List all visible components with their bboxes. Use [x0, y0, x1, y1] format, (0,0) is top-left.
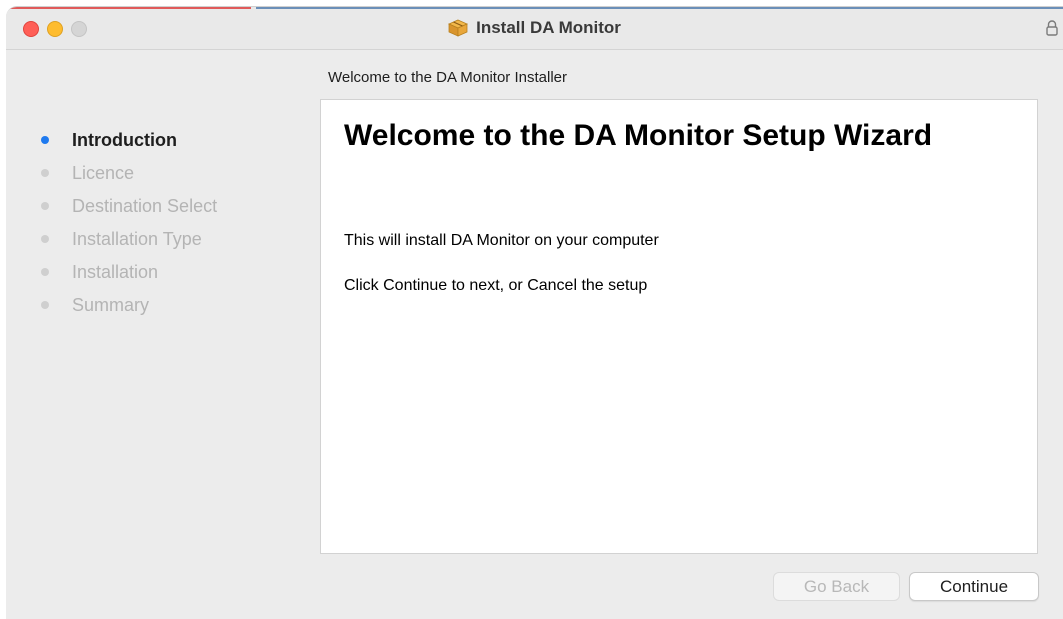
- continue-button[interactable]: Continue: [909, 572, 1039, 601]
- title-bar[interactable]: Install DA Monitor: [6, 7, 1063, 50]
- step-introduction: Introduction: [36, 129, 217, 162]
- step-dot-icon: [41, 301, 49, 309]
- step-list: Introduction Licence Destination Select …: [36, 129, 217, 327]
- step-label: Installation Type: [72, 229, 202, 249]
- window-title: Install DA Monitor: [476, 18, 621, 37]
- step-label: Installation: [72, 262, 159, 282]
- step-dot-icon: [41, 202, 49, 210]
- installer-subtitle: Welcome to the DA Monitor Installer: [328, 69, 567, 86]
- content-heading: Welcome to the DA Monitor Setup Wizard: [344, 119, 933, 152]
- window-title-group: Install DA Monitor: [6, 7, 1063, 49]
- package-icon: [448, 19, 469, 37]
- step-label: Licence: [72, 163, 135, 183]
- go-back-button: Go Back: [773, 572, 900, 601]
- installer-window: Install DA Monitor Welcome to the DA Mon…: [6, 6, 1063, 619]
- content-line-continue: Click Continue to next, or Cancel the se…: [344, 277, 648, 294]
- step-dot-icon: [41, 136, 49, 144]
- step-label: Summary: [72, 295, 150, 315]
- step-destination-select: Destination Select: [36, 195, 217, 228]
- step-label: Destination Select: [72, 196, 218, 216]
- step-summary: Summary: [36, 294, 217, 327]
- step-dot-icon: [41, 169, 49, 177]
- step-label: Introduction: [72, 130, 177, 150]
- content-panel: Welcome to the DA Monitor Setup Wizard T…: [320, 99, 1038, 554]
- step-dot-icon: [41, 268, 49, 276]
- content-line-install: This will install DA Monitor on your com…: [344, 232, 659, 249]
- step-installation-type: Installation Type: [36, 228, 217, 261]
- lock-icon: [1046, 20, 1058, 36]
- step-installation: Installation: [36, 261, 217, 294]
- step-licence: Licence: [36, 162, 217, 195]
- step-dot-icon: [41, 235, 49, 243]
